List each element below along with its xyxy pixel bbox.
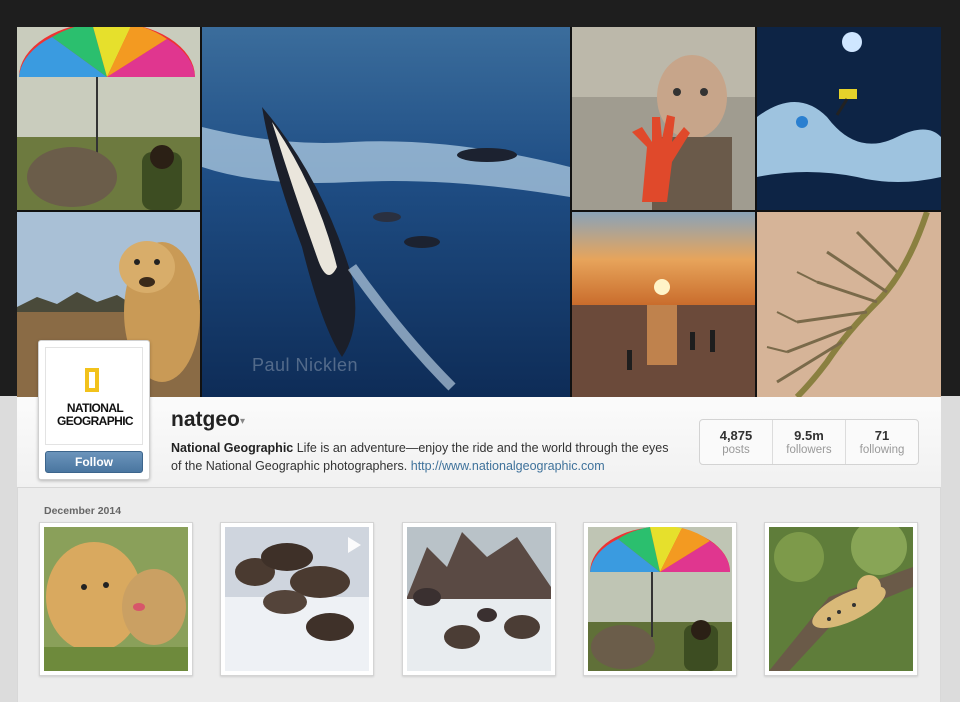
- profile-avatar-card: NATIONAL GEOGRAPHIC Follow: [38, 340, 150, 480]
- username-dropdown-icon[interactable]: ▾: [240, 416, 245, 427]
- stat-followers[interactable]: 9.5m followers: [773, 420, 846, 464]
- rhino-umbrella-photo-icon: [588, 527, 732, 671]
- natgeo-logo-text: NATIONAL GEOGRAPHIC: [56, 401, 134, 428]
- stat-posts-count: 4,875: [719, 428, 753, 443]
- feed-thumb-otters[interactable]: [220, 522, 374, 676]
- stat-following-count: 71: [874, 428, 890, 443]
- penguin-underwater-photo-icon: [202, 27, 570, 397]
- river-delta-photo-icon: [757, 212, 941, 397]
- profile-stats: 4,875 posts 9.5m followers 71 following: [699, 419, 919, 465]
- child-hand-photo-icon: [572, 27, 755, 210]
- cheetah-cubs-photo-icon: [44, 527, 188, 671]
- profile-bio: National Geographic Life is an adventure…: [171, 439, 681, 475]
- stat-followers-count: 9.5m: [794, 428, 824, 443]
- feed-thumb-leopard[interactable]: [764, 522, 918, 676]
- leopard-tree-photo-icon: [769, 527, 913, 671]
- stat-following[interactable]: 71 following: [846, 420, 918, 464]
- stat-following-label: following: [859, 444, 905, 456]
- video-play-icon: [348, 537, 361, 553]
- cover-tile-river-delta[interactable]: [757, 212, 941, 397]
- ice-climber-photo-icon: [757, 27, 941, 210]
- seals-shipwreck-photo-icon: [407, 527, 551, 671]
- feed-date-label: December 2014: [44, 505, 122, 517]
- profile-username[interactable]: natgeo: [171, 408, 240, 432]
- bio-full-name: National Geographic: [171, 441, 294, 455]
- bio-website-link[interactable]: http://www.nationalgeographic.com: [411, 459, 605, 473]
- avatar[interactable]: NATIONAL GEOGRAPHIC: [45, 347, 143, 445]
- follow-button[interactable]: Follow: [45, 451, 143, 473]
- feed-thumb-seals[interactable]: [402, 522, 556, 676]
- sunset-beach-photo-icon: [572, 212, 755, 397]
- cover-tile-umbrella-rhino[interactable]: [17, 27, 200, 210]
- rhino-umbrella-photo-icon: [17, 27, 200, 210]
- natgeo-logo-icon: [85, 368, 99, 392]
- photo-credit-watermark: Paul Nicklen: [252, 355, 359, 375]
- cover-tile-child-hand[interactable]: [572, 27, 755, 210]
- feed-thumb-umbrella[interactable]: [583, 522, 737, 676]
- cover-tile-sunset[interactable]: [572, 212, 755, 397]
- cover-tile-ice-climber[interactable]: [757, 27, 941, 210]
- cover-collage: Paul Nicklen: [17, 27, 941, 397]
- stat-posts[interactable]: 4,875 posts: [700, 420, 773, 464]
- stat-posts-label: posts: [722, 444, 750, 456]
- otters-snow-photo-icon: [225, 527, 369, 671]
- cover-tile-penguins[interactable]: Paul Nicklen: [202, 27, 570, 397]
- feed-thumb-cheetahs[interactable]: [39, 522, 193, 676]
- stat-followers-label: followers: [786, 444, 832, 456]
